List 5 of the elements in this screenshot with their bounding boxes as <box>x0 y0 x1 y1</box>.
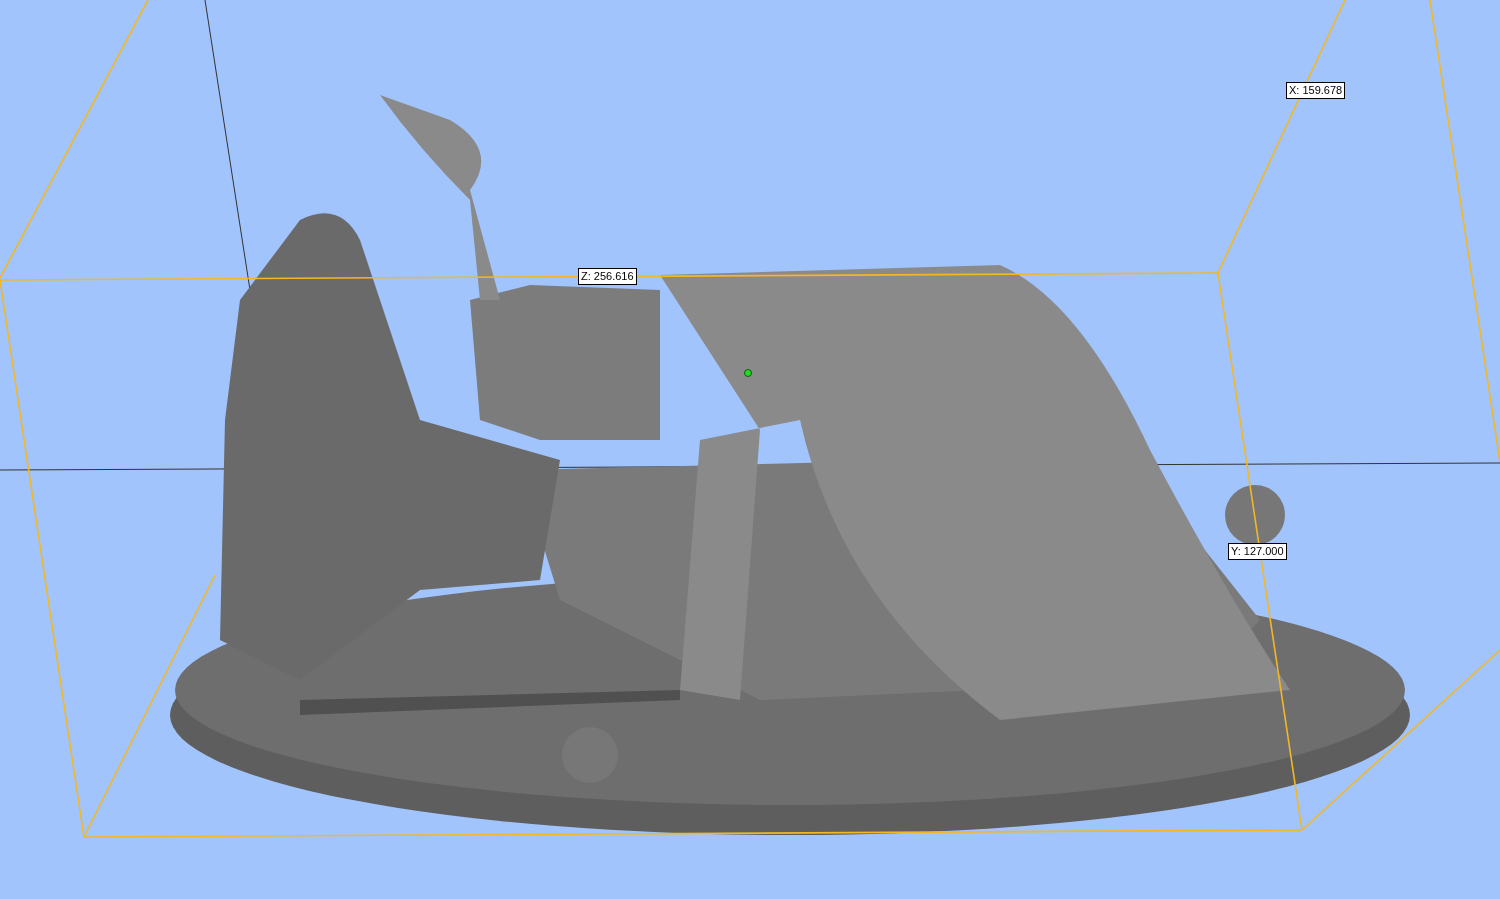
dimension-label: Z: 256.616 <box>578 268 637 285</box>
viewport[interactable]: X: 159.678 Z: 256.616 Y: 127.000 <box>0 0 1500 899</box>
pivot-point <box>744 369 752 377</box>
dimension-label: Y: 127.000 <box>1228 543 1287 560</box>
dimension-label: X: 159.678 <box>1286 82 1346 99</box>
